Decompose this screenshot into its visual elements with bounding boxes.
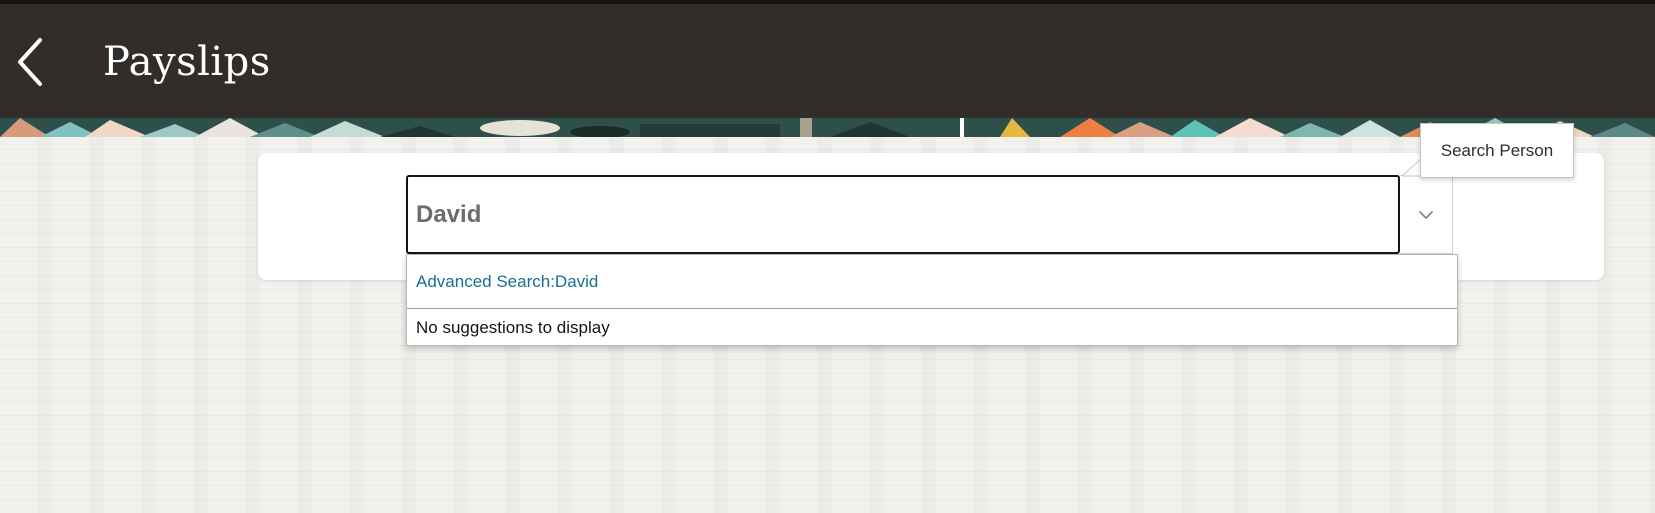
page-title: Payslips [103,39,271,85]
person-search-input[interactable] [406,175,1400,254]
back-button[interactable] [10,32,54,92]
search-person-tooltip: Search Person [1420,123,1574,178]
no-suggestions-message: No suggestions to display [416,318,610,337]
chevron-left-icon [18,38,42,86]
app-header: Payslips [0,0,1655,118]
advanced-search-link[interactable]: Advanced Search:David [407,255,1457,309]
suggestions-dropdown: Advanced Search:David No suggestions to … [406,254,1458,346]
decorative-banner [0,118,1655,137]
search-dropdown-button[interactable] [1400,175,1453,254]
chevron-down-icon [1419,211,1433,219]
